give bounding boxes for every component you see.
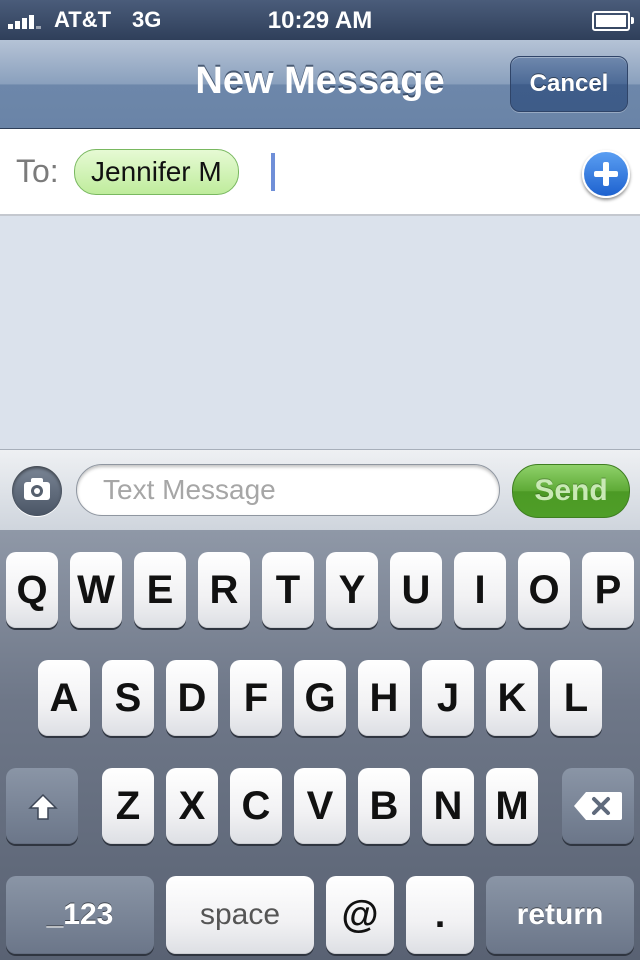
key-k[interactable]: K [486,660,538,736]
key-u[interactable]: U [390,552,442,628]
key-l[interactable]: L [550,660,602,736]
key-d[interactable]: D [166,660,218,736]
navigation-bar: New Message Cancel [0,40,640,129]
camera-button[interactable] [12,466,62,516]
add-contact-icon[interactable] [582,150,630,198]
text-cursor [271,153,275,191]
key-g[interactable]: G [294,660,346,736]
key-m[interactable]: M [486,768,538,844]
key-t[interactable]: T [262,552,314,628]
battery-icon [592,11,634,31]
to-field[interactable]: To: Jennifer M [0,129,640,216]
backspace-icon [574,792,622,820]
key-x[interactable]: X [166,768,218,844]
status-time: 10:29 AM [267,7,373,34]
text-message-input[interactable] [76,464,500,516]
delete-key[interactable] [562,768,634,844]
compose-bar: Send [0,449,640,531]
key-h[interactable]: H [358,660,410,736]
status-bar: AT&T 3G 10:29 AM [0,0,640,40]
key-y[interactable]: Y [326,552,378,628]
key-f[interactable]: F [230,660,282,736]
keyboard: Q W E R T Y U I O P A S D F G H J K L Z … [0,530,640,960]
cancel-button[interactable]: Cancel [510,56,628,112]
key-o[interactable]: O [518,552,570,628]
key-w[interactable]: W [70,552,122,628]
key-r[interactable]: R [198,552,250,628]
key-j[interactable]: J [422,660,474,736]
at-key[interactable]: @ [326,876,394,954]
key-i[interactable]: I [454,552,506,628]
shift-key[interactable] [6,768,78,844]
space-key[interactable]: space [166,876,314,954]
message-thread-area [0,216,640,449]
key-b[interactable]: B [358,768,410,844]
key-e[interactable]: E [134,552,186,628]
key-v[interactable]: V [294,768,346,844]
numbers-key[interactable]: _123 [6,876,154,954]
key-a[interactable]: A [38,660,90,736]
recipient-chip[interactable]: Jennifer M [74,149,239,195]
key-c[interactable]: C [230,768,282,844]
key-n[interactable]: N [422,768,474,844]
send-button[interactable]: Send [512,464,630,518]
key-p[interactable]: P [582,552,634,628]
period-key[interactable]: . [406,876,474,954]
key-z[interactable]: Z [102,768,154,844]
to-label: To: [16,153,59,189]
shift-icon [28,793,58,820]
key-s[interactable]: S [102,660,154,736]
key-q[interactable]: Q [6,552,58,628]
return-key[interactable]: return [486,876,634,954]
